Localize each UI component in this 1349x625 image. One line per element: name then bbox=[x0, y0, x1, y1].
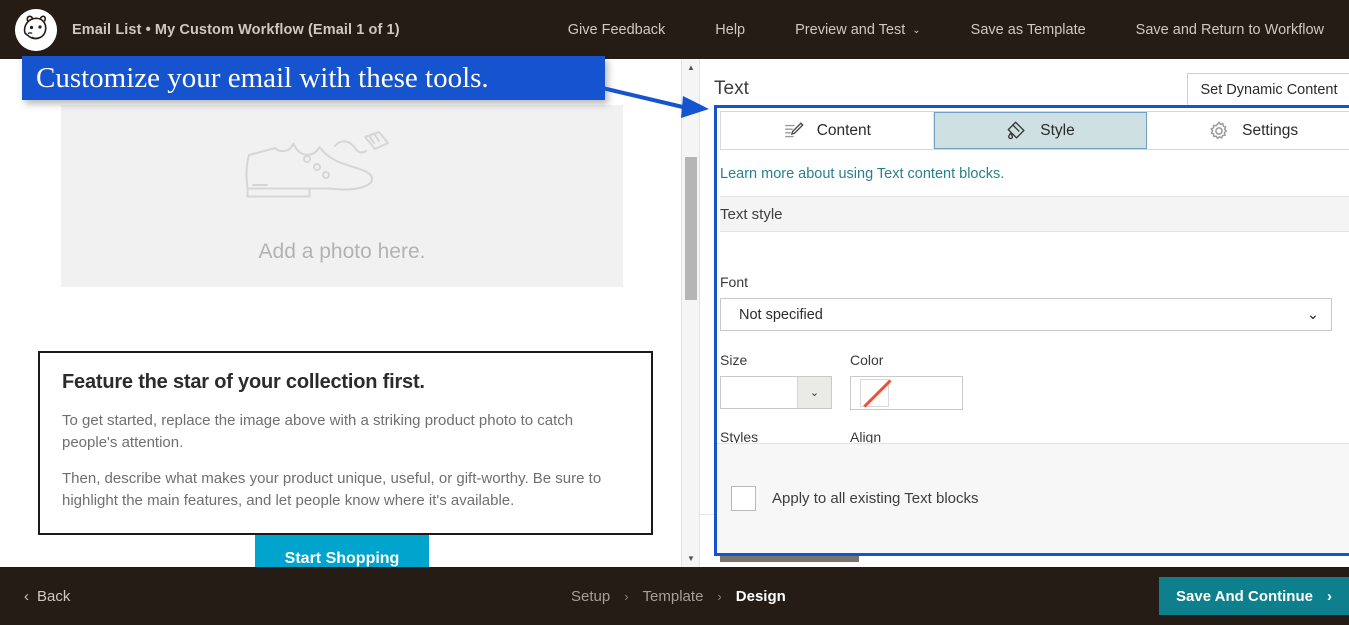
color-label: Color bbox=[850, 352, 884, 368]
chevron-right-icon: › bbox=[717, 588, 722, 604]
scrollbar-thumb[interactable] bbox=[685, 157, 697, 300]
mailchimp-logo-icon bbox=[15, 8, 57, 51]
chevron-right-icon: › bbox=[624, 588, 629, 604]
panel-title: Text bbox=[714, 78, 749, 99]
save-and-continue-label: Save And Continue bbox=[1176, 587, 1313, 605]
nav-give-feedback[interactable]: Give Feedback bbox=[543, 22, 691, 38]
tab-content[interactable]: Content bbox=[721, 112, 934, 149]
nav-preview-and-test[interactable]: Preview and Test ⌄ bbox=[770, 22, 946, 38]
font-select-value: Not specified bbox=[739, 306, 823, 323]
text-content-block-selected[interactable]: Feature the star of your collection firs… bbox=[38, 351, 653, 535]
nav-label: Save as Template bbox=[970, 21, 1086, 38]
chevron-down-icon: ⌄ bbox=[912, 25, 921, 36]
email-paragraph-2: Then, describe what makes your product u… bbox=[62, 470, 602, 510]
image-placeholder-caption: Add a photo here. bbox=[258, 239, 426, 263]
scroll-up-arrow-icon[interactable]: ▲ bbox=[682, 59, 700, 76]
cta-block: Start Shopping bbox=[0, 535, 684, 567]
email-heading: Feature the star of your collection firs… bbox=[62, 371, 425, 393]
text-editor-panel: Text Set Dynamic Content Content Style S… bbox=[699, 59, 1349, 567]
tab-label: Settings bbox=[1242, 121, 1299, 139]
color-picker[interactable] bbox=[850, 376, 963, 410]
learn-more-link[interactable]: Learn more about using Text content bloc… bbox=[720, 166, 1004, 182]
tab-settings[interactable]: Settings bbox=[1147, 112, 1349, 149]
image-placeholder-block[interactable]: Add a photo here. bbox=[61, 105, 623, 287]
scroll-down-arrow-icon[interactable]: ▼ bbox=[682, 550, 700, 567]
back-label: Back bbox=[37, 587, 71, 605]
back-button[interactable]: ‹ Back bbox=[24, 588, 70, 605]
callout-arrow-icon bbox=[576, 80, 709, 118]
apply-to-all-checkbox[interactable] bbox=[731, 486, 756, 511]
color-swatch-none-icon bbox=[860, 379, 889, 407]
size-select-value bbox=[721, 377, 797, 408]
breadcrumb-setup[interactable]: Setup bbox=[571, 588, 610, 605]
text-style-section-header: Text style bbox=[720, 197, 1349, 232]
nav-label: Save and Return to Workflow bbox=[1135, 21, 1324, 38]
email-body: Add a photo here. Feature the star of yo… bbox=[0, 59, 684, 567]
nav-help[interactable]: Help bbox=[690, 22, 770, 38]
save-and-continue-button[interactable]: Save And Continue › bbox=[1159, 577, 1349, 615]
top-app-bar: Email List • My Custom Workflow (Email 1… bbox=[0, 0, 1349, 59]
email-paragraph-1: To get started, replace the image above … bbox=[62, 412, 574, 452]
set-dynamic-content-button[interactable]: Set Dynamic Content bbox=[1187, 73, 1349, 105]
size-label: Size bbox=[720, 352, 748, 368]
breadcrumb-template[interactable]: Template bbox=[643, 588, 704, 605]
edit-pencil-icon bbox=[784, 121, 804, 137]
styles-label: Styles bbox=[720, 429, 759, 443]
tab-label: Style bbox=[1040, 121, 1075, 139]
mailchimp-logo[interactable] bbox=[0, 8, 72, 51]
shoe-icon bbox=[245, 130, 389, 197]
tab-label: Content bbox=[816, 121, 871, 139]
font-select[interactable]: Not specified ⌄ bbox=[720, 298, 1332, 331]
breadcrumb: Setup › Template › Design bbox=[571, 567, 786, 625]
apply-to-all-label: Apply to all existing Text blocks bbox=[772, 490, 979, 507]
workflow-title: Email List • My Custom Workflow (Email 1… bbox=[72, 21, 400, 38]
size-select[interactable]: ⌄ bbox=[720, 376, 832, 409]
breadcrumb-design[interactable]: Design bbox=[736, 588, 786, 605]
wizard-footer: ‹ Back Setup › Template › Design Save An… bbox=[0, 567, 1349, 625]
editor-tab-bar: Content Style Settings bbox=[720, 111, 1349, 150]
tab-style[interactable]: Style bbox=[933, 112, 1148, 149]
learn-more-row: Learn more about using Text content bloc… bbox=[720, 151, 1349, 197]
nav-label: Help bbox=[715, 21, 746, 38]
paint-bucket-icon bbox=[1007, 121, 1025, 139]
gear-icon bbox=[1210, 120, 1228, 139]
chevron-right-icon: › bbox=[1326, 587, 1332, 605]
nav-save-and-return-to-workflow[interactable]: Save and Return to Workflow bbox=[1111, 22, 1349, 38]
email-preview-canvas: Add a photo here. Feature the star of yo… bbox=[0, 59, 684, 567]
nav-label: Preview and Test bbox=[795, 21, 906, 38]
chevron-down-icon: ⌄ bbox=[1306, 306, 1319, 323]
canvas-scrollbar[interactable]: ▲ ▼ bbox=[681, 59, 699, 567]
apply-to-all-row: Apply to all existing Text blocks bbox=[717, 443, 1349, 553]
chevron-left-icon: ‹ bbox=[24, 587, 29, 605]
nav-save-as-template[interactable]: Save as Template bbox=[946, 22, 1111, 38]
start-shopping-button[interactable]: Start Shopping bbox=[254, 535, 430, 567]
align-label: Align bbox=[850, 429, 882, 443]
chevron-down-icon: ⌄ bbox=[797, 377, 831, 408]
callout-banner: Customize your email with these tools. bbox=[22, 56, 605, 100]
font-label: Font bbox=[720, 274, 749, 290]
nav-label: Give Feedback bbox=[567, 21, 666, 38]
top-nav: Give Feedback Help Preview and Test ⌄ Sa… bbox=[543, 22, 1349, 38]
